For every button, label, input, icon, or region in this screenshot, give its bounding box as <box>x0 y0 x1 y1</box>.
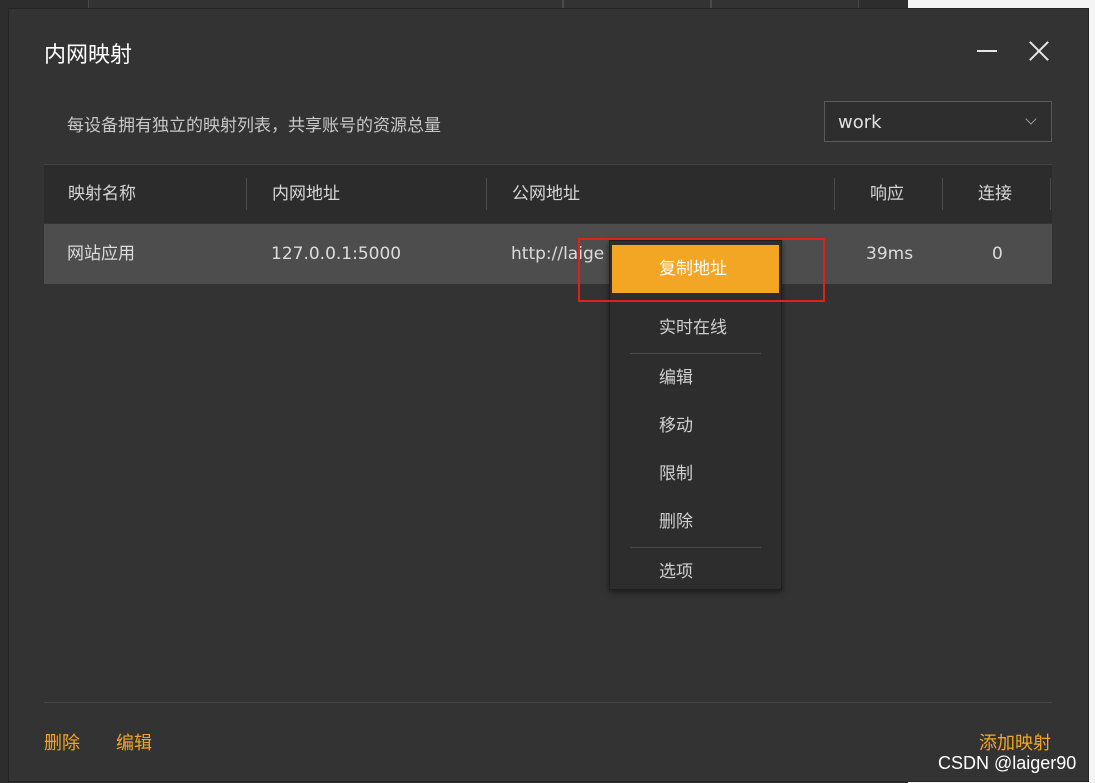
menu-item-limit[interactable]: 限制 <box>610 454 781 494</box>
device-select-value: work <box>838 112 882 133</box>
menu-separator <box>630 353 761 354</box>
latency-value: 39ms <box>866 244 914 264</box>
column-divider <box>1050 178 1051 210</box>
divider <box>44 702 1052 703</box>
table-row[interactable]: 网站应用 127.0.0.1:5000 http://laige 39ms 0 <box>44 224 1052 284</box>
menu-separator <box>630 547 761 548</box>
column-header-latency: 响应 <box>870 184 904 204</box>
table-header: 映射名称 内网地址 公网地址 响应 连接 <box>44 165 1052 223</box>
menu-item-move[interactable]: 移动 <box>610 406 781 446</box>
menu-item-realtime-online[interactable]: 实时在线 <box>610 308 781 348</box>
column-divider <box>834 178 835 210</box>
column-header-public-address: 公网地址 <box>512 184 580 204</box>
menu-item-copy-address[interactable]: 复制地址 <box>612 245 779 293</box>
menu-item-options[interactable]: 选项 <box>610 552 781 592</box>
column-divider <box>246 178 247 210</box>
dialog-description: 每设备拥有独立的映射列表，共享账号的资源总量 <box>67 116 441 136</box>
edit-button[interactable]: 编辑 <box>116 729 152 755</box>
port-mapping-dialog: 内网映射 每设备拥有独立的映射列表，共享账号的资源总量 work 映射名称 内网… <box>9 9 1088 781</box>
column-header-connections: 连接 <box>978 184 1012 204</box>
mapping-name: 网站应用 <box>67 244 135 264</box>
public-address: http://laige <box>511 244 605 264</box>
background-column <box>563 0 711 8</box>
device-select[interactable]: work <box>824 101 1052 142</box>
watermark: CSDN @laiger90 <box>938 753 1077 773</box>
local-address: 127.0.0.1:5000 <box>271 244 402 264</box>
background-column <box>88 0 563 8</box>
chevron-down-icon <box>1025 113 1037 125</box>
dialog-title: 内网映射 <box>44 43 133 68</box>
menu-item-edit[interactable]: 编辑 <box>610 358 781 398</box>
delete-button[interactable]: 删除 <box>44 729 80 755</box>
column-divider <box>486 178 487 210</box>
column-divider <box>942 178 943 210</box>
column-header-name: 映射名称 <box>68 184 136 204</box>
column-header-local-address: 内网地址 <box>272 184 340 204</box>
background-column <box>711 0 859 8</box>
add-mapping-button[interactable]: 添加映射 <box>979 729 1051 755</box>
context-menu: 复制地址 实时在线 编辑 移动 限制 删除 选项 <box>609 240 782 590</box>
close-icon[interactable] <box>1025 37 1053 65</box>
connections-value: 0 <box>992 244 1003 264</box>
menu-item-delete[interactable]: 删除 <box>610 502 781 542</box>
minimize-icon[interactable] <box>975 39 999 63</box>
